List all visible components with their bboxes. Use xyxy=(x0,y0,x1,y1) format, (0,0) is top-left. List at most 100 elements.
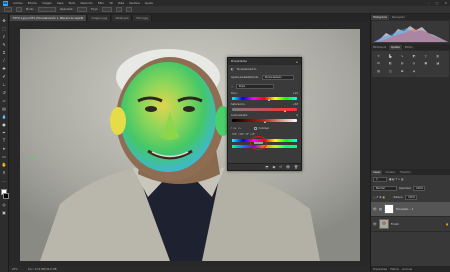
opacity-input[interactable] xyxy=(77,7,88,12)
black-white-icon[interactable]: ◧ xyxy=(388,61,393,65)
quick-select-tool-icon[interactable]: ✎ xyxy=(1,41,7,47)
history-brush-tool-icon[interactable]: ↺ xyxy=(1,89,7,95)
levels-icon[interactable]: ▙ xyxy=(388,54,393,58)
clip-to-layer-icon[interactable]: ⬒ xyxy=(265,165,268,169)
panel-menu-icon[interactable]: ≡ xyxy=(295,60,298,64)
visibility-eye-icon[interactable]: 👁 xyxy=(373,207,377,211)
menu-3d[interactable]: 3D xyxy=(109,2,113,5)
view-previous-icon[interactable]: ◉ xyxy=(272,165,275,169)
tab-styles[interactable]: Estilos xyxy=(402,45,415,50)
invert-icon[interactable]: ◪ xyxy=(435,61,440,65)
tab-actions-collapsed[interactable]: Acciones xyxy=(402,268,412,271)
shape-tool-icon[interactable]: ▭ xyxy=(1,153,7,159)
tab-navigator[interactable]: Navegador xyxy=(389,15,407,20)
hue-value[interactable]: +21 xyxy=(293,92,298,95)
layer-name-adjustment[interactable]: Tono/satu... 1 xyxy=(396,208,413,211)
colorize-checkbox[interactable] xyxy=(253,126,257,130)
eyedropper-plus-icon[interactable]: ⁄+ xyxy=(234,126,237,130)
zoom-level[interactable]: 25% xyxy=(12,268,18,271)
lightness-value[interactable]: 0 xyxy=(296,114,298,117)
hue-slider[interactable] xyxy=(232,97,297,101)
healing-brush-tool-icon[interactable]: ✚ xyxy=(1,65,7,71)
selective-color-icon[interactable]: ◈ xyxy=(411,69,416,73)
menu-edicion[interactable]: Edición xyxy=(28,2,37,5)
lightness-thumb[interactable] xyxy=(263,121,266,123)
maximize-icon[interactable]: □ xyxy=(436,1,439,5)
pen-tool-icon[interactable]: ✒ xyxy=(1,129,7,135)
menu-ventana[interactable]: Ventana xyxy=(129,2,140,5)
hand-tool-icon[interactable]: ✋ xyxy=(1,161,7,167)
visibility-eye-icon[interactable]: 👁 xyxy=(373,222,377,226)
pressure-toggle[interactable] xyxy=(126,7,133,12)
lightness-slider[interactable] xyxy=(232,119,297,123)
reset-icon[interactable]: ↺ xyxy=(279,165,282,169)
brush-size-picker[interactable] xyxy=(16,7,22,12)
mode-select[interactable] xyxy=(37,7,56,12)
posterize-icon[interactable]: ▨ xyxy=(376,69,381,73)
blend-mode-select[interactable]: Normal xyxy=(373,186,397,191)
tab-layers[interactable]: Capas xyxy=(371,170,383,175)
lock-icons[interactable]: ⬚ ✐ ✥ 🔒 xyxy=(373,196,386,199)
move-tool-icon[interactable]: ✥ xyxy=(1,17,7,23)
delete-icon[interactable]: 🗑 xyxy=(294,165,298,169)
layer-mask-thumbnail[interactable] xyxy=(383,204,394,214)
zoom-tool-icon[interactable]: ⚲ xyxy=(1,169,7,175)
tab-properties-collapsed[interactable]: Propiedades xyxy=(373,268,387,271)
photo-filter-icon[interactable]: ◍ xyxy=(400,61,405,65)
saturation-thumb[interactable] xyxy=(284,110,286,112)
clone-stamp-tool-icon[interactable]: ⊥ xyxy=(1,81,7,87)
menu-seleccion[interactable]: Selección xyxy=(80,2,92,5)
crop-tool-icon[interactable]: ⌗ xyxy=(1,49,7,55)
menu-filtro[interactable]: Filtro xyxy=(98,2,104,5)
screen-mode-icon[interactable]: ▣ xyxy=(1,209,7,215)
visibility-icon[interactable]: 👁 xyxy=(286,165,290,169)
document-photo[interactable] xyxy=(20,29,360,261)
layer-opacity-input[interactable]: 100% xyxy=(413,186,426,191)
canvas-area[interactable] xyxy=(9,21,370,266)
layer-fill-input[interactable]: 100% xyxy=(405,195,418,200)
tab-channels[interactable]: Canales xyxy=(383,170,397,175)
tab-libraries[interactable]: Bibliotecas xyxy=(371,45,389,50)
brush-tool-icon[interactable]: ✐ xyxy=(1,73,7,79)
airbrush-toggle[interactable] xyxy=(116,7,123,12)
gradient-map-icon[interactable]: ▬ xyxy=(400,69,405,73)
tab-paths[interactable]: Trazados xyxy=(397,170,413,175)
layer-name-background[interactable]: Fondo xyxy=(391,223,399,226)
channel-select[interactable]: Rojos xyxy=(235,84,274,89)
menu-archivo[interactable]: Archivo xyxy=(13,2,23,5)
tool-preset-picker[interactable] xyxy=(4,7,12,12)
background-layer-thumbnail[interactable] xyxy=(379,219,389,229)
layer-kind-filter[interactable]: ⚲ xyxy=(373,177,387,182)
threshold-icon[interactable]: ◫ xyxy=(388,69,393,73)
close-icon[interactable]: ✕ xyxy=(444,1,447,5)
color-balance-icon[interactable]: ⚖ xyxy=(376,61,381,65)
tab-adjustments[interactable]: Ajustes xyxy=(389,45,402,50)
saturation-slider[interactable] xyxy=(232,108,297,112)
hue-thumb[interactable] xyxy=(268,99,271,101)
eyedropper-icon[interactable]: ⁄ xyxy=(231,126,232,130)
lasso-tool-icon[interactable]: ℓ xyxy=(1,33,7,39)
flow-input[interactable] xyxy=(102,7,113,12)
more-tools-icon[interactable]: … xyxy=(1,177,7,183)
minimize-icon[interactable]: – xyxy=(428,1,430,5)
hand-adjust-icon[interactable]: ☝ xyxy=(231,85,233,89)
menu-ayuda[interactable]: Ayuda xyxy=(145,2,153,5)
eyedropper-tool-icon[interactable]: ⁄ xyxy=(1,57,7,63)
filter-icons[interactable]: ▣ ◐ T ▭ ▤ xyxy=(389,178,404,181)
blur-tool-icon[interactable]: 💧 xyxy=(1,113,7,119)
exposure-icon[interactable]: ◩ xyxy=(411,54,416,58)
type-tool-icon[interactable]: T xyxy=(1,137,7,143)
color-lookup-icon[interactable]: ▦ xyxy=(423,61,428,65)
color-range-bars[interactable] xyxy=(232,136,297,151)
marquee-tool-icon[interactable]: ⬚ xyxy=(1,25,7,31)
brightness-contrast-icon[interactable]: ☀ xyxy=(376,54,381,58)
preset-select[interactable]: Personalizado xyxy=(261,75,294,80)
background-color-swatch[interactable] xyxy=(2,193,9,199)
path-select-tool-icon[interactable]: ➤ xyxy=(1,145,7,151)
menu-imagen[interactable]: Imagen xyxy=(42,2,52,5)
dodge-tool-icon[interactable]: ● xyxy=(1,121,7,127)
eraser-tool-icon[interactable]: ▱ xyxy=(1,97,7,103)
tab-history-collapsed[interactable]: Historia xyxy=(390,268,399,271)
curves-icon[interactable]: ∿ xyxy=(400,54,405,58)
menu-capa[interactable]: Capa xyxy=(57,2,64,5)
